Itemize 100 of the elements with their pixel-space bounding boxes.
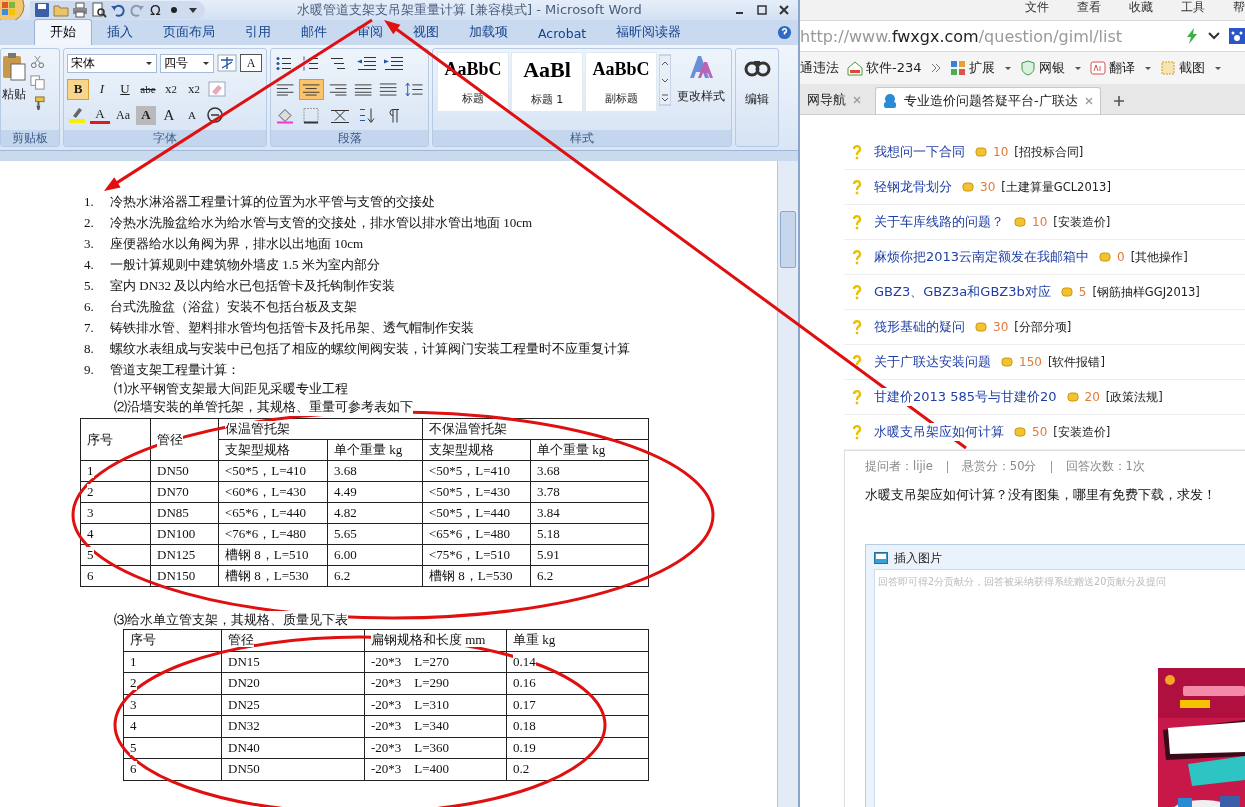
bookmark-menu[interactable]: 翻译	[1089, 59, 1152, 77]
ribbon-tab[interactable]: 引用	[230, 20, 286, 45]
ribbon-tab[interactable]: 视图	[398, 20, 454, 45]
insert-image-button[interactable]: 插入图片	[874, 549, 942, 567]
question-link[interactable]: GBZ3、GBZ3a和GBZ3b对应	[874, 283, 1051, 301]
header-cell: 单个重量 kg	[327, 439, 423, 461]
translate-icon	[1089, 60, 1106, 76]
paw-icon[interactable]	[1229, 28, 1245, 44]
caret-icon[interactable]	[1003, 64, 1012, 72]
ribbon-tab[interactable]: 邮件	[286, 20, 342, 45]
enclosed-character-icon[interactable]	[205, 106, 225, 124]
list-number: 1.	[84, 193, 95, 211]
save-icon[interactable]	[34, 2, 50, 18]
ribbon-tab[interactable]: 页面布局	[148, 20, 230, 45]
close-icon[interactable]	[778, 4, 790, 16]
list-item-text: 室内 DN32 及以内给水已包括管卡及托钩制作安装	[110, 277, 397, 295]
table-cell: -20*3 L=400	[364, 758, 507, 780]
ribbon-tab[interactable]: 开始	[34, 19, 92, 45]
format-button[interactable]: abe	[138, 79, 158, 99]
bookmark-menu[interactable]: 截图	[1159, 59, 1222, 77]
style-tile[interactable]: AaBbC 副标题	[585, 52, 657, 112]
format-button[interactable]: I	[92, 79, 112, 99]
undo-icon[interactable]	[110, 2, 126, 18]
table-cell: 5	[80, 544, 151, 566]
question-link[interactable]: 轻钢龙骨划分	[874, 178, 952, 196]
bookmark-menu[interactable]: 网银	[1019, 59, 1082, 77]
font-tool-button[interactable]: A	[90, 106, 110, 124]
help-icon[interactable]	[777, 25, 792, 40]
menu-item[interactable]: 帮	[1233, 0, 1245, 20]
points-value: 20	[1084, 390, 1100, 404]
question-link[interactable]: 筏形基础的疑问	[874, 318, 965, 336]
ribbon-tab[interactable]: 插入	[92, 20, 148, 45]
table-cell: 6.00	[327, 544, 423, 566]
format-button[interactable]: B	[67, 78, 89, 100]
question-link[interactable]: 甘建价2013 585号与甘建价20	[874, 388, 1057, 406]
question-link[interactable]: 关于广联达安装问题	[874, 353, 991, 371]
chevron-icon[interactable]	[929, 62, 942, 74]
bookmark-link[interactable]: 软件-234	[847, 59, 922, 77]
highlighter-icon[interactable]	[67, 106, 87, 124]
list-number: 5.	[84, 277, 95, 295]
new-tab-icon[interactable]	[1112, 95, 1125, 107]
font-tool-button[interactable]: A	[159, 105, 179, 125]
table-cell: DN50	[150, 460, 219, 482]
caret-icon[interactable]	[1213, 64, 1222, 72]
menu-item[interactable]: 文件	[1025, 0, 1049, 20]
category-tag: [安装造价]	[1053, 214, 1111, 230]
question-icon	[852, 249, 862, 265]
list-item-text: 一般计算规则中建筑物外墙皮 1.5 米为室内部分	[110, 256, 381, 274]
table-cell: 2	[80, 481, 151, 503]
bookmark-link[interactable]: 通违法	[800, 59, 839, 77]
lightning-icon[interactable]	[1185, 28, 1199, 44]
asker-label: 提问者：lijie	[865, 459, 933, 474]
question-link[interactable]: 麻烦你把2013云南定额发在我邮箱中	[874, 248, 1090, 266]
ribbon-tab[interactable]: 福昕阅读器	[601, 20, 697, 45]
browser-tab[interactable]: 专业造价问题答疑平台-广联达	[875, 87, 1101, 114]
scrollbar[interactable]	[777, 161, 798, 807]
align-button[interactable]	[299, 78, 324, 100]
address-field[interactable]: http://www.fwxgx.com/question/giml/list	[800, 26, 1177, 46]
menu-item[interactable]: 工具	[1181, 0, 1205, 20]
change-styles-button[interactable]: 更改样式	[677, 52, 725, 127]
question-link[interactable]: 我想问一下合同	[874, 143, 965, 161]
category-tag: [分部分项]	[1014, 319, 1072, 335]
print-preview-icon[interactable]	[91, 2, 107, 18]
list-item-text: 冷热水洗脸盆给水为给水管与支管的交接处，排水管以排水管出地面 10cm	[110, 214, 534, 232]
paste-button[interactable]: 粘贴	[1, 52, 27, 127]
ribbon-tab[interactable]: Acrobat	[523, 22, 602, 45]
question-icon	[852, 284, 862, 300]
points-value: 30	[993, 320, 1009, 334]
character-border-button[interactable]: A	[240, 54, 262, 72]
bookmark-menu[interactable]: 扩展	[949, 59, 1012, 77]
phonetic-guide-icon[interactable]	[217, 54, 237, 72]
clipboard-icon	[1, 52, 27, 82]
menu-item[interactable]: 查看	[1077, 0, 1101, 20]
table-cell: 5.18	[530, 523, 649, 545]
caret-icon[interactable]	[1143, 64, 1152, 72]
header-cell: 不保温管托架	[422, 418, 649, 440]
format-button[interactable]: U	[115, 79, 135, 99]
question-link[interactable]: 关于车库线路的问题？	[874, 213, 1004, 231]
table-cell: 4	[80, 523, 151, 545]
reward-label: 悬赏分：50分	[961, 459, 1037, 474]
font-tool-button[interactable]: Aa	[113, 105, 133, 125]
scissors-icon[interactable]	[30, 54, 45, 69]
question-link[interactable]: 水暖支吊架应如何计算	[874, 423, 1004, 441]
table-cell: 3	[80, 502, 151, 524]
font-tool-button[interactable]: A	[182, 105, 202, 125]
style-tile[interactable]: AaBl 标题 1	[511, 52, 583, 112]
coin-icon	[962, 182, 974, 192]
font-tool-button[interactable]: A	[136, 105, 156, 125]
gallery-scroll-icon[interactable]	[659, 52, 671, 108]
copy-icon[interactable]	[30, 75, 45, 90]
table-cell: 4.82	[327, 502, 423, 524]
caret-icon[interactable]	[1073, 64, 1082, 72]
table-cell: 0.17	[506, 694, 649, 716]
menu-item[interactable]: 收藏	[1129, 0, 1153, 20]
ribbon-tab[interactable]: 加载项	[454, 20, 523, 45]
symbol-button[interactable]: Ω	[148, 2, 163, 18]
maximize-icon[interactable]	[756, 4, 768, 16]
browser-tab[interactable]: 网导航	[800, 86, 869, 114]
print-icon[interactable]	[72, 2, 88, 18]
shield-icon	[1019, 60, 1036, 76]
